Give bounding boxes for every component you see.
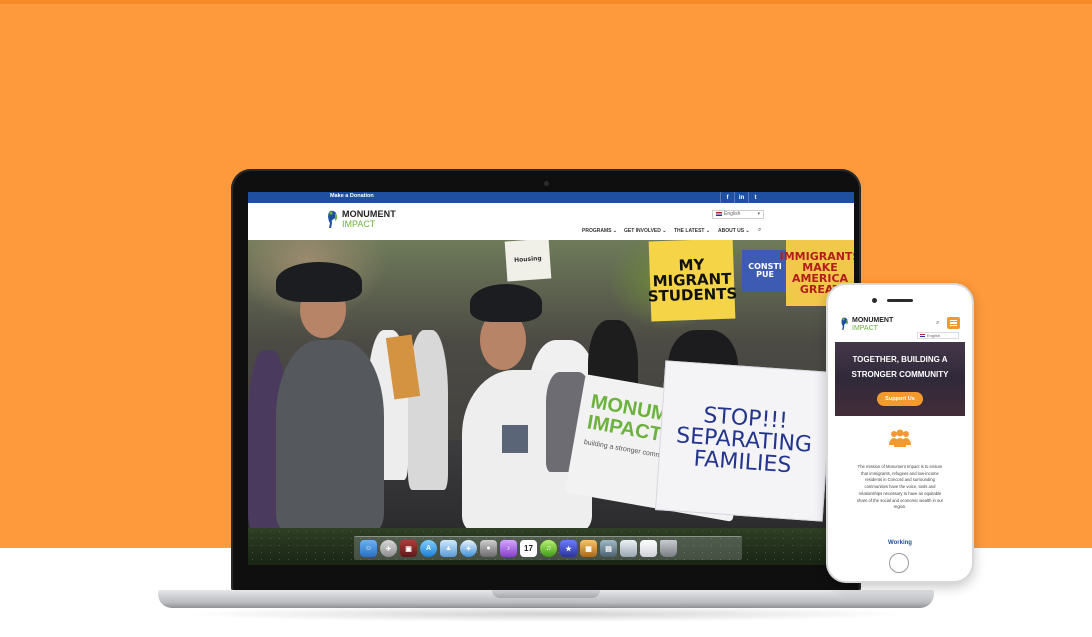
migrant-sign-text: MY MIGRANT STUDENTS — [647, 255, 738, 306]
stop-separating-families-sign: STOP!!! SEPARATING FAMILIES — [654, 360, 834, 522]
phone-language-selector[interactable]: English — [917, 332, 959, 339]
donate-link[interactable]: Make a Donation — [330, 193, 374, 199]
utility-bar: Make a Donation f in t — [248, 192, 854, 203]
phone-language-label: English — [927, 333, 941, 338]
laptop-shadow — [180, 606, 912, 622]
photo-booth-icon[interactable]: ▣ — [400, 540, 417, 557]
mission-text: The mission of Monument Impact is to ens… — [856, 464, 944, 510]
us-flag-icon — [716, 211, 722, 216]
nav-the-latest[interactable]: THE LATEST ⌄ — [674, 228, 710, 234]
const-sign-text: CONSTI PUE — [748, 262, 782, 279]
housing-sign-text: Housing — [513, 255, 542, 264]
phone-screen: MONUMENT IMPACT ⌕ English TOGETHER, BUIL… — [835, 311, 965, 551]
imovie-icon[interactable]: ★ — [560, 540, 577, 557]
boy-helmet — [470, 284, 542, 322]
nav-about-us-label: ABOUT US — [718, 228, 745, 234]
search-icon[interactable]: ⌕ — [936, 320, 939, 327]
us-flag-icon — [920, 334, 925, 338]
folder-icon[interactable] — [620, 540, 637, 557]
monument-logo-icon[interactable] — [326, 209, 340, 229]
nav-the-latest-label: THE LATEST — [674, 228, 705, 234]
launchpad-icon[interactable]: ✈ — [380, 540, 397, 557]
nav-get-involved-label: GET INVOLVED — [624, 228, 661, 234]
community-group-icon — [889, 429, 911, 447]
itunes-icon[interactable]: ♪ — [500, 540, 517, 557]
phone-logo-line-2: IMPACT — [852, 325, 878, 332]
iphoto-2-icon[interactable]: ▤ — [600, 540, 617, 557]
hero-title-line-2: STRONGER COMMUNITY — [851, 370, 949, 380]
iphoto-icon[interactable]: ▦ — [580, 540, 597, 557]
bike-helmet — [276, 262, 362, 302]
preview-icon[interactable]: ▲ — [440, 540, 457, 557]
support-us-button[interactable]: Support Us — [877, 392, 923, 406]
showcase-stage: Make a Donation f in t MONUMENT IMPACT E… — [0, 0, 1092, 637]
phone-site-logo[interactable]: MONUMENT IMPACT — [852, 317, 893, 332]
phone-camera — [872, 298, 877, 303]
search-icon[interactable]: ⌕ — [758, 227, 761, 234]
laptop-screen: Make a Donation f in t MONUMENT IMPACT E… — [248, 192, 854, 565]
linkedin-icon[interactable]: in — [734, 192, 748, 203]
phone-speaker — [887, 299, 913, 302]
hamburger-menu-icon[interactable] — [947, 317, 960, 329]
calendar-icon[interactable]: 17 — [520, 540, 537, 557]
boy-pocket — [502, 425, 528, 453]
man-gray-shirt — [276, 340, 384, 532]
nav-programs[interactable]: PROGRAMS ⌄ — [582, 228, 617, 234]
facebook-icon[interactable]: f — [720, 192, 734, 203]
finder-icon[interactable]: ☺ — [360, 540, 377, 557]
trash-icon[interactable] — [660, 540, 677, 557]
desktop-wallpaper: ☺ ✈ ▣ A ▲ ✦ ● ♪ 17 ♫ ★ ▦ ▤ — [248, 528, 854, 565]
working-heading: Working — [888, 540, 912, 546]
site-logo[interactable]: MONUMENT IMPACT — [342, 210, 396, 229]
language-label: English — [724, 211, 741, 217]
chevron-down-icon: ▾ — [757, 211, 760, 217]
hero-title-line-1: TOGETHER, BUILDING A — [852, 355, 948, 364]
home-button[interactable] — [889, 553, 909, 573]
phone-logo-line-1: MONUMENT — [852, 317, 894, 324]
music-icon[interactable]: ♫ — [540, 540, 557, 557]
mac-dock: ☺ ✈ ▣ A ▲ ✦ ● ♪ 17 ♫ ★ ▦ ▤ — [354, 536, 742, 560]
site-header: MONUMENT IMPACT English ▾ PROGRAMS ⌄ GET … — [248, 203, 854, 240]
migrant-students-sign: MY MIGRANT STUDENTS — [647, 240, 738, 322]
safari-icon[interactable]: ✦ — [460, 540, 477, 557]
nav-get-involved[interactable]: GET INVOLVED ⌄ — [624, 228, 666, 234]
language-selector[interactable]: English ▾ — [712, 210, 764, 219]
hero-photo: Housing MY MIGRANT STUDENTS CONSTI PUE I… — [248, 240, 854, 532]
facetime-icon[interactable]: ● — [480, 540, 497, 557]
stop-sign-text: STOP!!! SEPARATING FAMILIES — [675, 403, 813, 479]
laptop-camera — [544, 181, 549, 186]
app-store-icon[interactable]: A — [420, 540, 437, 557]
documents-icon[interactable] — [640, 540, 657, 557]
calendar-day: 17 — [524, 544, 533, 553]
phone-hero-title: TOGETHER, BUILDING A STRONGER COMMUNITY — [835, 352, 965, 382]
logo-line-2: IMPACT — [342, 219, 376, 229]
laptop-notch — [492, 590, 600, 598]
nav-programs-label: PROGRAMS — [582, 228, 612, 234]
monument-logo-icon[interactable] — [840, 316, 850, 331]
phone-hero: TOGETHER, BUILDING A STRONGER COMMUNITY … — [835, 342, 965, 416]
logo-line-1: MONUMENT — [342, 209, 396, 219]
nav-about-us[interactable]: ABOUT US ⌄ — [718, 228, 750, 234]
twitter-icon[interactable]: t — [748, 192, 762, 203]
housing-sign: Housing — [504, 240, 552, 282]
